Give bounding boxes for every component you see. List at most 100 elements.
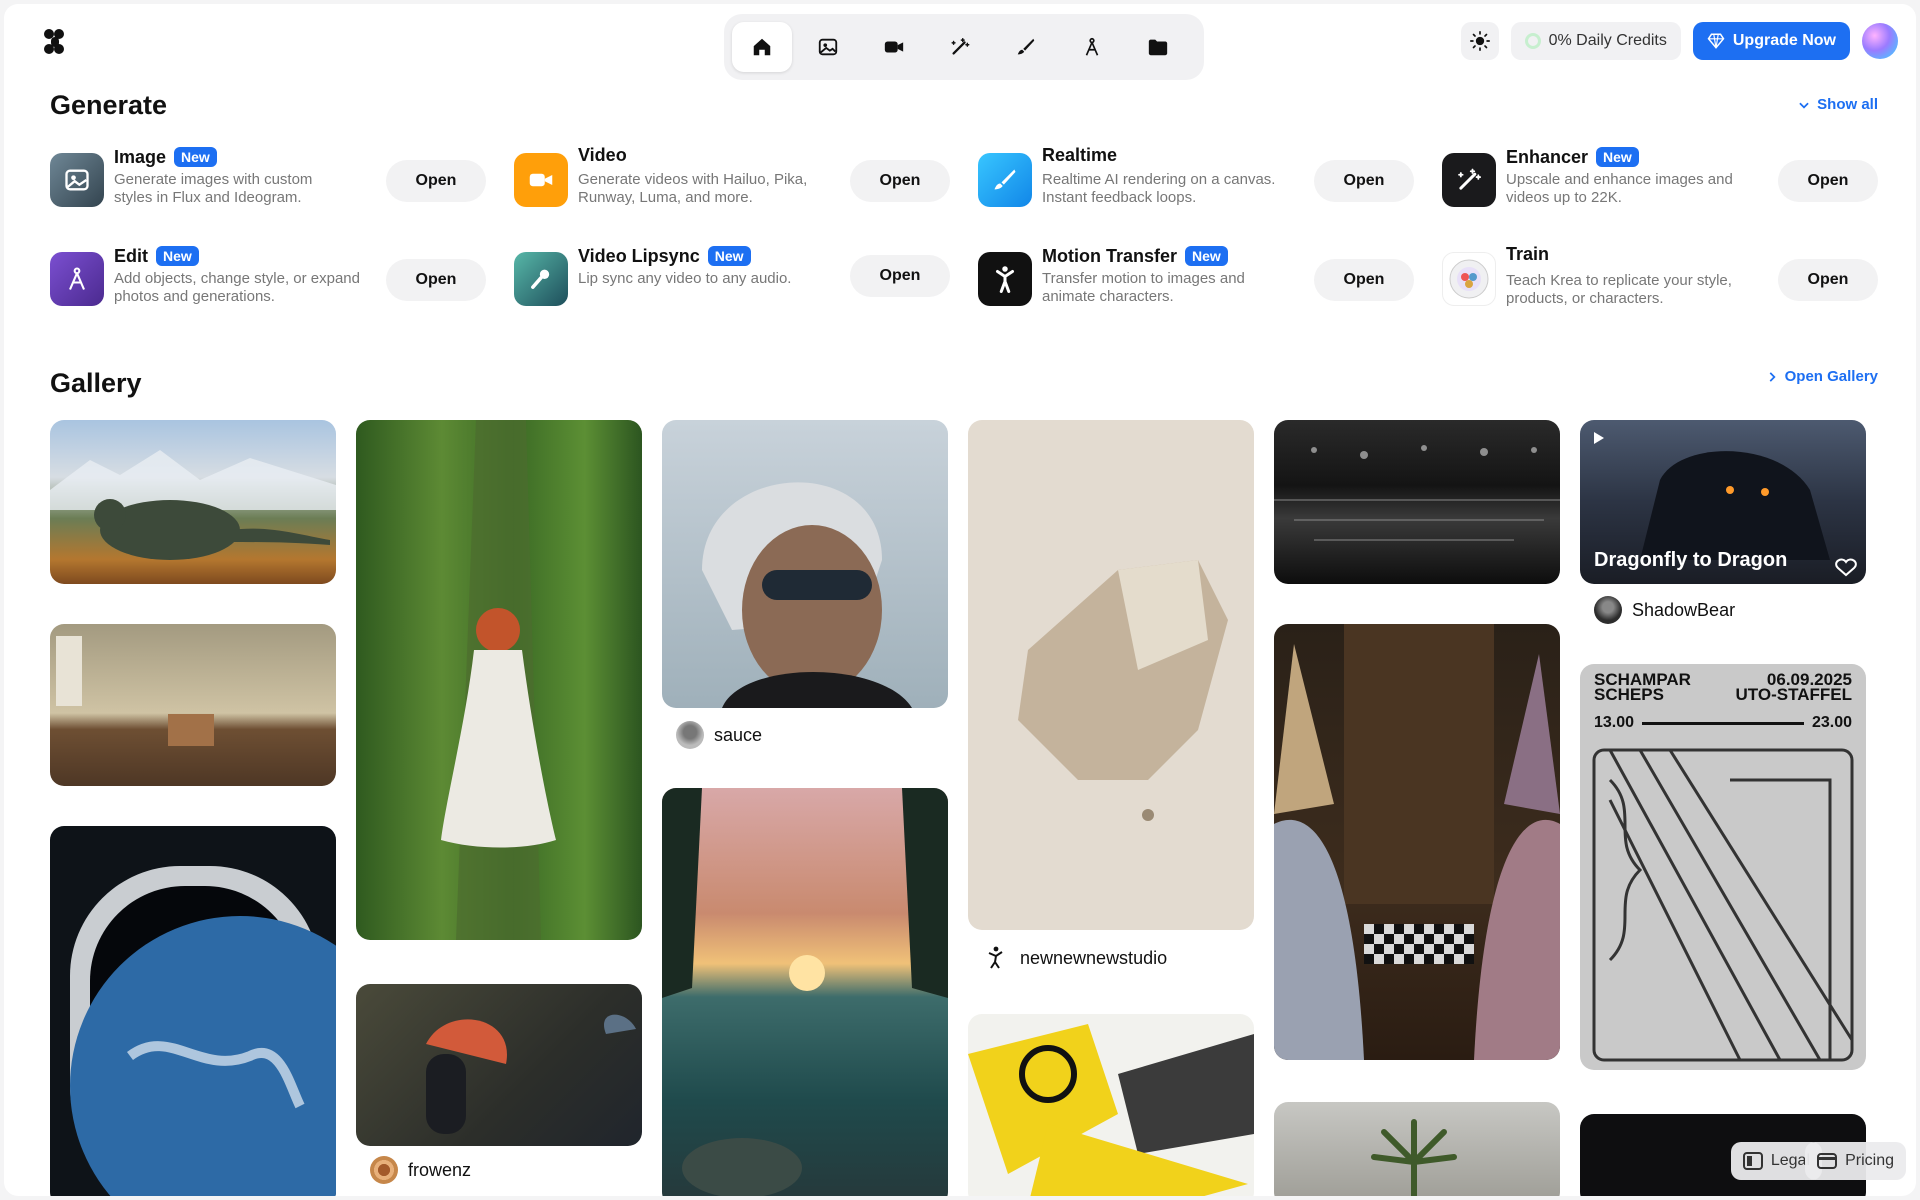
brush-icon [978, 153, 1032, 207]
chevron-down-icon [1799, 102, 1809, 109]
folder-icon [1148, 39, 1168, 56]
nav-edit[interactable] [1062, 22, 1122, 72]
nav-home[interactable] [732, 22, 792, 72]
tool-name: Motion Transfer [1042, 245, 1178, 266]
tool-enhancer[interactable]: Enhancer New Upscale and enhance images a… [1442, 145, 1878, 215]
document-icon [1742, 1152, 1763, 1170]
show-all-link[interactable]: Show all [1797, 96, 1878, 113]
gallery-credit-newnewnewstudio[interactable]: newnewnewstudio [982, 944, 1167, 972]
tool-name: Train [1506, 243, 1550, 264]
train-icon [1442, 252, 1496, 306]
pricing-button[interactable]: Pricing [1805, 1142, 1906, 1180]
gallery-item-dinosaur[interactable] [50, 420, 336, 584]
card-icon [1817, 1153, 1838, 1169]
figure-icon [978, 252, 1032, 306]
username: frowenz [408, 1159, 472, 1180]
open-image-button[interactable]: Open [386, 160, 486, 202]
tool-name: Edit [114, 245, 148, 266]
gallery-item-empty-room[interactable] [50, 624, 336, 786]
nav-video[interactable] [864, 22, 924, 72]
open-realtime-button[interactable]: Open [1314, 160, 1414, 202]
video-title: Dragonfly to Dragon [1594, 549, 1788, 571]
tool-video[interactable]: Video Generate videos with Hailuo, Pika,… [514, 145, 950, 215]
gallery-credit-frowenz[interactable]: frowenz [370, 1156, 471, 1184]
microphone-icon [514, 252, 568, 306]
gallery-item-night-water[interactable] [1274, 420, 1560, 584]
open-enhancer-button[interactable]: Open [1778, 160, 1878, 202]
gallery-item-floating-rock[interactable] [968, 420, 1254, 930]
gallery-item-yellow-collage[interactable] [968, 1014, 1254, 1196]
theme-toggle[interactable] [1460, 22, 1499, 60]
poster-text-right-bottom: UTO-STAFFEL [1735, 685, 1852, 704]
app-window: 0% Daily Credits Upgrade Now Generate Sh… [4, 4, 1916, 1196]
nav-image[interactable] [798, 22, 858, 72]
tool-image[interactable]: Image New Generate images with custom sty… [50, 145, 486, 215]
new-badge: New [707, 246, 751, 266]
gallery-item-hedge-maze[interactable] [356, 420, 642, 940]
krea-logo[interactable] [42, 28, 66, 56]
show-all-label: Show all [1817, 96, 1878, 113]
gallery-item-umbrella[interactable] [356, 984, 642, 1146]
gallery-item-earth-window[interactable] [50, 826, 336, 1196]
figure-icon [988, 946, 1003, 969]
username: ShadowBear [1632, 599, 1736, 620]
username: newnewnewstudio [1020, 947, 1168, 968]
magic-wand-icon [951, 38, 970, 55]
open-gallery-link[interactable]: Open Gallery [1765, 368, 1878, 385]
home-icon [753, 38, 771, 56]
tool-train[interactable]: Train Teach Krea to replicate your style… [1442, 244, 1878, 314]
gallery-item-wizards-chess[interactable] [1274, 624, 1560, 1060]
avatar [370, 1156, 398, 1184]
chevron-right-icon [1769, 371, 1776, 382]
tool-name: Video Lipsync [578, 245, 700, 266]
gallery-credit-shadowbear[interactable]: ShadowBear [1594, 596, 1735, 624]
tool-motion-transfer[interactable]: Motion Transfer New Transfer motion to im… [978, 244, 1414, 314]
nav-assets[interactable] [1128, 22, 1188, 72]
magic-wand-icon [1442, 153, 1496, 207]
main-nav [724, 14, 1204, 80]
open-edit-button[interactable]: Open [386, 259, 486, 301]
header-actions: 0% Daily Credits Upgrade Now [1460, 22, 1898, 60]
tool-edit[interactable]: Edit New Add objects, change style, or ex… [50, 244, 486, 314]
username: sauce [714, 724, 763, 745]
nav-enhancer[interactable] [930, 22, 990, 72]
sun-icon [1469, 31, 1490, 51]
poster-time-start: 13.00 [1594, 714, 1635, 731]
user-avatar[interactable] [1862, 23, 1898, 59]
image-icon [50, 153, 104, 207]
open-motion-button[interactable]: Open [1314, 259, 1414, 301]
tool-description: Lip sync any video to any audio. [578, 270, 792, 287]
upgrade-button[interactable]: Upgrade Now [1692, 22, 1850, 60]
tool-video-lipsync[interactable]: Video Lipsync New Lip sync any video to a… [514, 244, 950, 314]
tool-name: Realtime [1042, 144, 1118, 165]
avatar [982, 944, 1010, 972]
video-icon [884, 41, 904, 53]
nav-realtime[interactable] [996, 22, 1056, 72]
gallery-item-plant[interactable] [1274, 1102, 1560, 1196]
tool-description: Teach Krea to replicate your style, prod… [1506, 272, 1732, 307]
daily-credits[interactable]: 0% Daily Credits [1510, 22, 1681, 60]
open-video-button[interactable]: Open [850, 160, 950, 202]
edit-icon [1085, 37, 1099, 56]
open-lipsync-button[interactable]: Open [850, 255, 950, 297]
gallery-credit-sauce[interactable]: sauce [676, 721, 762, 749]
open-train-button[interactable]: Open [1778, 259, 1878, 301]
avatar [1594, 596, 1622, 624]
new-badge: New [1185, 246, 1228, 266]
gallery-title: Gallery [50, 368, 142, 398]
edit-icon [50, 252, 104, 306]
tool-realtime[interactable]: Realtime Realtime AI rendering on a canv… [978, 145, 1414, 215]
tool-description: Upscale and enhance images and videos up… [1506, 171, 1733, 206]
diamond-icon [1707, 33, 1725, 49]
tool-name: Video [578, 144, 627, 165]
gallery-item-poster[interactable]: SCHAMPAR SCHEPS 06.09.2025 UTO-STAFFEL 1… [1580, 664, 1866, 1070]
video-icon [514, 153, 568, 207]
gallery-item-dragon-video[interactable]: Dragonfly to Dragon [1580, 420, 1866, 584]
tool-description: Transfer motion to images and animate ch… [1042, 270, 1245, 305]
gallery-item-helmet-man[interactable] [662, 420, 948, 708]
gallery-item-tropical-sunset[interactable] [662, 788, 948, 1196]
brush-icon [1017, 38, 1035, 55]
open-gallery-label: Open Gallery [1784, 368, 1878, 385]
upgrade-label: Upgrade Now [1732, 32, 1836, 49]
tool-name: Image [114, 146, 167, 167]
